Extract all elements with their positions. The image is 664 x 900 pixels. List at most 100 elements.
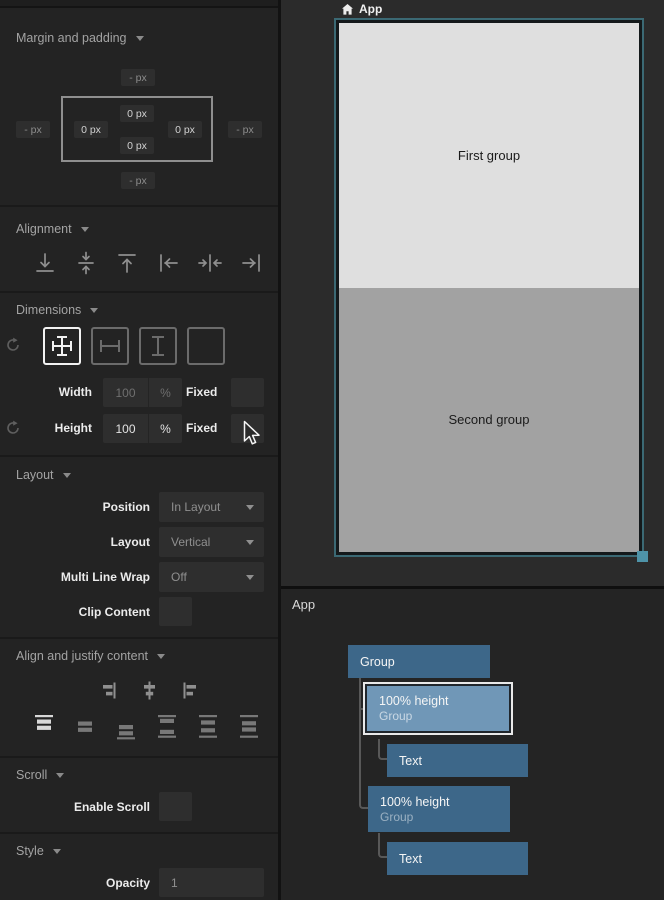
position-label: Position (0, 500, 150, 514)
height-input[interactable]: 100 % (103, 414, 182, 443)
reset-dimensions-button[interactable] (5, 337, 21, 353)
home-icon (341, 3, 354, 16)
section-header-alignment[interactable]: Alignment (16, 222, 89, 236)
justify-space-between-icon (157, 713, 177, 740)
section-divider (0, 455, 278, 457)
justify-space-around-button[interactable] (198, 713, 218, 740)
tree-node-group[interactable]: Group (348, 645, 490, 678)
section-header-layout[interactable]: Layout (16, 468, 71, 482)
section-title: Alignment (16, 222, 72, 236)
justify-end-button[interactable] (116, 713, 136, 740)
align-right-button[interactable] (238, 250, 264, 276)
align-left-button[interactable] (156, 250, 182, 276)
width-unit[interactable]: % (148, 378, 182, 407)
app-screen-frame[interactable]: First group Second group (334, 18, 644, 557)
margin-right-button[interactable]: - px (228, 121, 262, 138)
margin-bottom-button[interactable]: - px (121, 172, 155, 189)
justify-space-evenly-icon (239, 713, 259, 740)
position-dropdown[interactable]: In Layout (159, 492, 264, 522)
section-header-dimensions[interactable]: Dimensions (16, 303, 98, 317)
justify-space-between-button[interactable] (157, 713, 177, 740)
height-value[interactable]: 100 (103, 414, 148, 443)
justify-space-around-icon (198, 713, 218, 740)
margin-top-button[interactable]: - px (121, 69, 155, 86)
justify-space-evenly-button[interactable] (239, 713, 259, 740)
properties-panel: Margin and padding - px 0 px 0 px 0 px 0… (0, 0, 278, 900)
tree-node-100-height-group-selected[interactable]: 100% height Group (363, 682, 513, 735)
margin-left-button[interactable]: - px (16, 121, 50, 138)
dimension-mode-width-button[interactable] (91, 327, 129, 365)
padding-left-button[interactable]: 0 px (74, 121, 108, 138)
section-header-scroll[interactable]: Scroll (16, 768, 64, 782)
enable-scroll-label: Enable Scroll (0, 800, 150, 814)
layout-dropdown[interactable]: Vertical (159, 527, 264, 557)
padding-top-button[interactable]: 0 px (120, 105, 154, 122)
padding-right-button[interactable]: 0 px (168, 121, 202, 138)
section-title: Margin and padding (16, 31, 127, 45)
justify-start-button[interactable] (34, 713, 54, 740)
chevron-down-icon (81, 227, 89, 232)
align-top-button[interactable] (114, 250, 140, 276)
align-left-icon (156, 250, 182, 276)
align-content-center-icon (140, 681, 159, 700)
justify-center-button[interactable] (75, 713, 95, 740)
tree-connector (378, 739, 387, 760)
position-value: In Layout (171, 500, 220, 514)
tree-node-title: Text (399, 852, 528, 866)
second-group-label: Second group (449, 412, 530, 427)
width-fixed-label: Fixed (186, 385, 223, 399)
dimension-mode-none-button[interactable] (187, 327, 225, 365)
align-content-right-button[interactable] (99, 681, 118, 700)
canvas-area: App First group Second group (281, 0, 664, 586)
section-title: Layout (16, 468, 54, 482)
opacity-label: Opacity (0, 876, 150, 890)
align-content-center-button[interactable] (140, 681, 159, 700)
chevron-down-icon (53, 849, 61, 854)
align-content-right-icon (99, 681, 118, 700)
section-header-align-justify[interactable]: Align and justify content (16, 649, 165, 663)
chevron-down-icon (157, 654, 165, 659)
section-title: Scroll (16, 768, 47, 782)
dimension-mode-height-button[interactable] (139, 327, 177, 365)
tree-node-text[interactable]: Text (387, 842, 528, 875)
align-center-horizontal-button[interactable] (197, 250, 223, 276)
clip-content-label: Clip Content (0, 605, 150, 619)
width-value[interactable]: 100 (103, 378, 148, 407)
panel-top-divider (0, 0, 278, 8)
dimension-mode-both-button[interactable] (43, 327, 81, 365)
screen-breadcrumb[interactable]: App (341, 1, 382, 17)
tree-node-text[interactable]: Text (387, 744, 528, 777)
mouse-cursor-icon (243, 420, 263, 448)
width-fixed-checkbox[interactable] (231, 378, 264, 407)
section-header-style[interactable]: Style (16, 844, 61, 858)
section-title: Align and justify content (16, 649, 148, 663)
section-header-margin-padding[interactable]: Margin and padding (16, 31, 144, 45)
height-unit[interactable]: % (148, 414, 182, 443)
wrap-value: Off (171, 570, 187, 584)
clip-content-checkbox[interactable] (159, 597, 192, 626)
align-bottom-button[interactable] (32, 250, 58, 276)
height-label: Height (0, 421, 92, 435)
multi-line-wrap-dropdown[interactable]: Off (159, 562, 264, 592)
justify-end-icon (116, 713, 136, 740)
resize-handle[interactable] (637, 551, 648, 562)
tree-node-title: 100% height (380, 795, 510, 809)
canvas-second-group[interactable]: Second group (339, 288, 639, 553)
tree-node-100-height-group[interactable]: 100% height Group (368, 786, 510, 832)
align-content-left-button[interactable] (181, 681, 200, 700)
canvas-first-group[interactable]: First group (339, 23, 639, 288)
section-divider (0, 832, 278, 834)
width-input[interactable]: 100 % (103, 378, 182, 407)
justify-start-icon (34, 713, 54, 740)
padding-bottom-button[interactable]: 0 px (120, 137, 154, 154)
section-divider (0, 205, 278, 207)
align-middle-vertical-icon (73, 250, 99, 276)
opacity-input[interactable]: 1 (159, 868, 264, 897)
chevron-down-icon (246, 505, 254, 510)
align-middle-vertical-button[interactable] (73, 250, 99, 276)
tree-connector (378, 833, 387, 858)
resize-height-icon (145, 333, 171, 359)
chevron-down-icon (246, 575, 254, 580)
enable-scroll-checkbox[interactable] (159, 792, 192, 821)
section-title: Dimensions (16, 303, 81, 317)
